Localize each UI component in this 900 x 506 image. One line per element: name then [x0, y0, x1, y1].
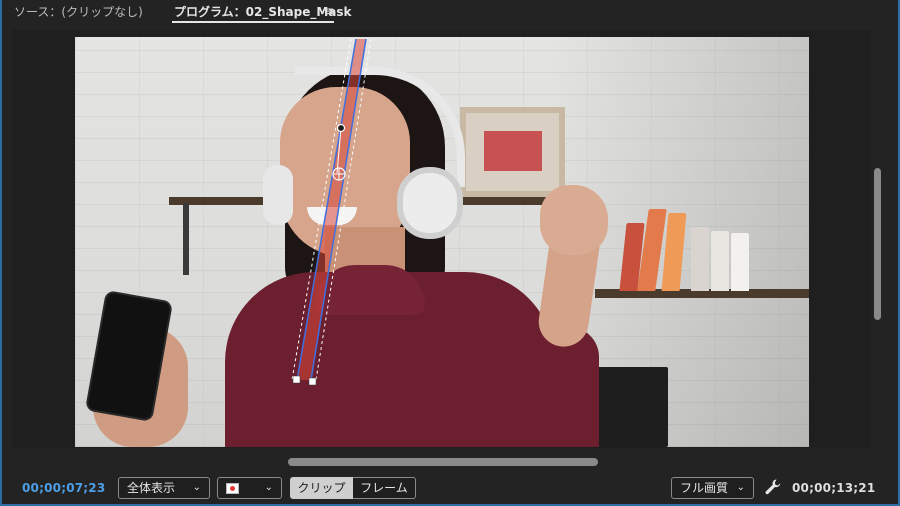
color-swatch-icon: [226, 483, 239, 494]
mask-edge-right[interactable]: [310, 38, 367, 381]
video-frame[interactable]: [75, 37, 809, 447]
zoom-level-value: 全体表示: [127, 481, 176, 495]
guide-color-dropdown[interactable]: ⌄: [217, 477, 282, 499]
chevron-down-icon: ⌄: [192, 482, 201, 493]
clip-mode-button[interactable]: クリップ: [290, 477, 353, 499]
program-monitor-panel: ソース：(クリップなし) プログラム：02_Shape_Mask ≡ 00;00…: [0, 0, 900, 506]
tab-source[interactable]: ソース：(クリップなし): [14, 4, 143, 20]
mask-edge-left[interactable]: [296, 38, 357, 381]
mask-vertex-handle[interactable]: [292, 375, 301, 384]
active-tab-indicator: [172, 21, 334, 23]
horizontal-scrollbar[interactable]: [288, 458, 598, 466]
panel-tab-bar: ソース：(クリップなし) プログラム：02_Shape_Mask ≡: [2, 0, 898, 24]
mask-rotation-handle-icon[interactable]: [332, 167, 346, 181]
vertical-scrollbar[interactable]: [874, 168, 881, 320]
mask-feather-handle[interactable]: [336, 123, 346, 133]
shape-mask-overlay[interactable]: [75, 37, 809, 447]
wrench-icon[interactable]: [764, 478, 782, 496]
chevron-down-icon: ⌄: [264, 482, 273, 493]
chevron-down-icon: ⌄: [736, 482, 745, 493]
duration-timecode: 00;00;13;21: [792, 481, 876, 495]
mask-vertex-handle[interactable]: [308, 377, 317, 386]
playback-quality-value: フル画質: [680, 481, 729, 495]
mask-feather-right[interactable]: [315, 38, 372, 381]
mask-fill: [297, 39, 366, 380]
zoom-level-dropdown[interactable]: 全体表示 ⌄: [118, 477, 210, 499]
mask-feather-left[interactable]: [291, 38, 352, 381]
hamburger-menu-icon[interactable]: ≡: [324, 3, 334, 19]
playback-quality-dropdown[interactable]: フル画質 ⌄: [671, 477, 754, 499]
current-timecode[interactable]: 00;00;07;23: [22, 481, 105, 495]
frame-mode-button[interactable]: フレーム: [353, 477, 416, 499]
program-viewer[interactable]: [12, 30, 870, 448]
